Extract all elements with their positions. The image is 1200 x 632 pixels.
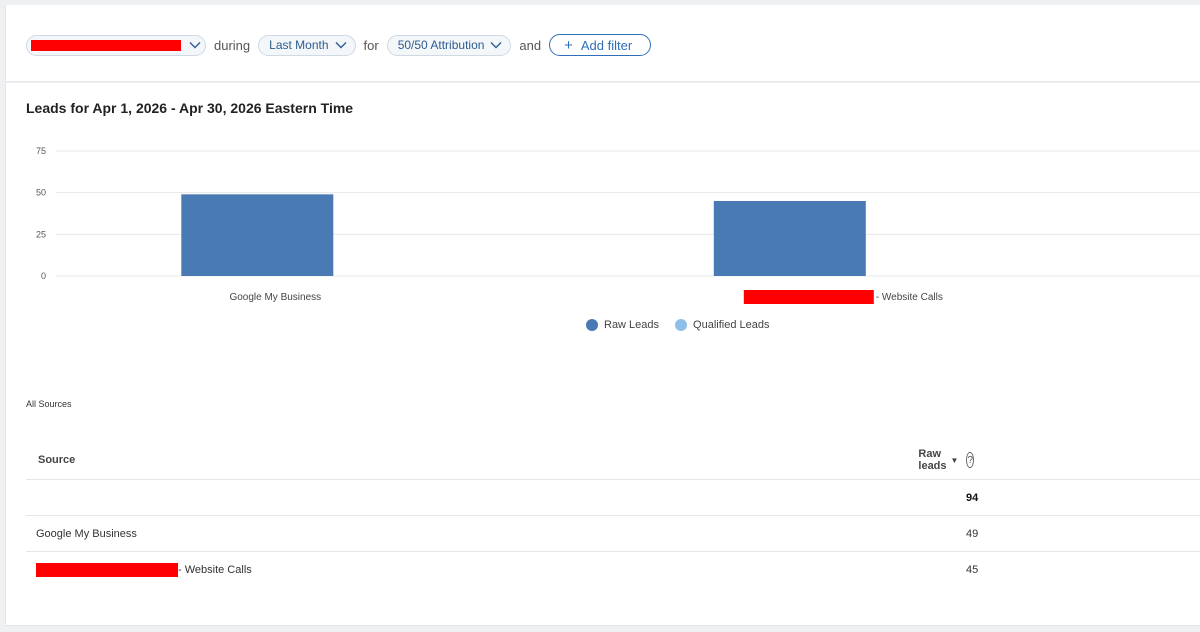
sort-desc-icon: ▼ <box>950 455 959 465</box>
add-filter-button[interactable]: + Add filter <box>549 34 652 56</box>
y-tick-label: 25 <box>36 229 46 239</box>
during-label: during <box>214 37 251 53</box>
column-header-source: Source <box>38 454 76 466</box>
raw-leads-cell: 49 <box>966 527 979 540</box>
leads-bar-chart: 0 25 50 75 Google My Business - Website Calls <box>36 146 1200 304</box>
redacted-account-name <box>31 39 181 51</box>
legend-item-raw-leads[interactable]: Raw Leads <box>586 319 659 331</box>
period-value: Last Month <box>269 38 329 52</box>
chevron-down-icon <box>335 42 347 49</box>
sources-table: Source Raw leads ▼ ? 94 Google My Busine… <box>26 441 1200 588</box>
raw-leads-header-label: Raw leads <box>918 448 947 472</box>
redacted-category-name <box>743 290 874 304</box>
leads-report: Leads for Apr 1, 2026 - Apr 30, 2026 Eas… <box>5 83 1200 626</box>
legend-label-qualified: Qualified Leads <box>693 319 770 331</box>
question-circle-icon[interactable]: ? <box>966 452 974 468</box>
source-cell: - Website Calls <box>26 563 966 577</box>
period-select[interactable]: Last Month <box>258 34 356 56</box>
chevron-down-icon <box>189 42 201 49</box>
y-tick-label: 0 <box>41 271 46 281</box>
redacted-source-name <box>36 563 178 577</box>
filter-row: during Last Month for 50/50 Attribution … <box>26 34 652 56</box>
attribution-value: 50/50 Attribution <box>397 38 485 52</box>
table-header: Source Raw leads ▼ ? <box>26 441 1200 480</box>
total-raw-leads: 94 <box>966 491 979 504</box>
chevron-down-icon <box>490 42 502 49</box>
legend-dot-qualified <box>675 319 688 331</box>
x-tick-label: Google My Business <box>229 292 321 303</box>
section-label: All Sources <box>26 399 72 409</box>
for-label: for <box>363 37 379 53</box>
chart-legend: Raw Leads Qualified Leads <box>586 319 786 331</box>
y-tick-label: 50 <box>36 188 46 198</box>
add-filter-label: Add filter <box>580 37 633 53</box>
attribution-select[interactable]: 50/50 Attribution <box>386 34 512 56</box>
chart-title: Leads for Apr 1, 2026 - Apr 30, 2026 Eas… <box>26 100 354 116</box>
y-tick-label: 75 <box>36 146 46 156</box>
source-cell-label: - Website Calls <box>178 564 252 576</box>
raw-leads-cell: 45 <box>966 564 979 576</box>
table-row-total: 94 <box>26 480 1200 516</box>
legend-label-raw: Raw Leads <box>604 319 660 331</box>
table-row: Google My Business 49 <box>26 516 1200 552</box>
filter-bar: during Last Month for 50/50 Attribution … <box>5 5 1200 82</box>
bar-raw-leads[interactable] <box>181 194 334 276</box>
legend-item-qualified-leads[interactable]: Qualified Leads <box>675 319 770 331</box>
x-tick-label: - Website Calls <box>876 292 943 303</box>
account-select[interactable] <box>26 34 206 56</box>
bar-raw-leads[interactable] <box>713 201 866 276</box>
plus-icon: + <box>564 36 573 54</box>
table-row: - Website Calls 45 <box>26 552 1200 588</box>
and-label: and <box>519 37 542 53</box>
legend-dot-raw <box>586 319 598 331</box>
column-header-raw-leads[interactable]: Raw leads ▼ ? <box>918 448 1200 472</box>
source-cell: Google My Business <box>36 527 137 540</box>
